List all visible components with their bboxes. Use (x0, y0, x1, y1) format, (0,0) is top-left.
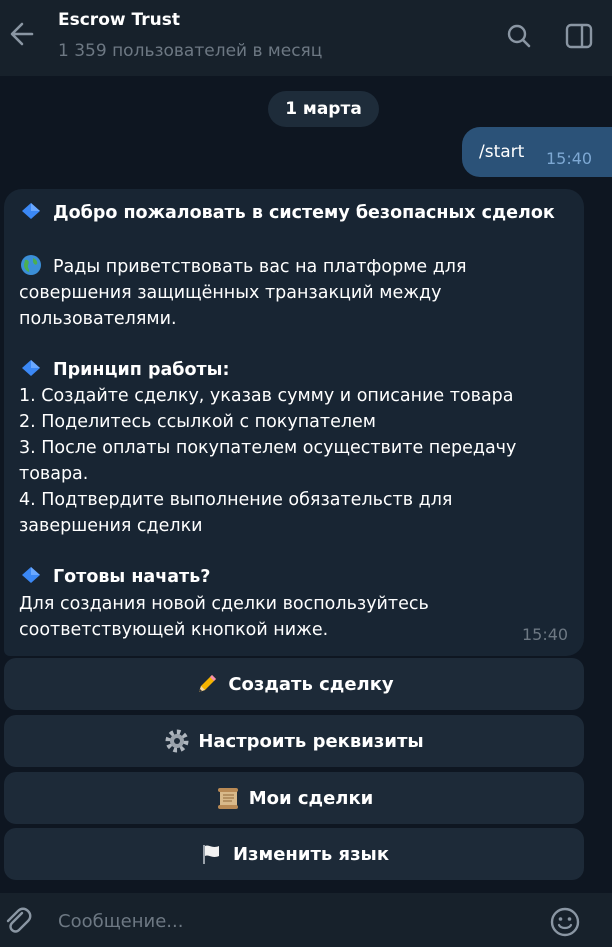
blue-diamond-icon (22, 203, 40, 219)
chat-subtitle: 1 359 пользователей в месяц (58, 41, 323, 61)
back-arrow-icon (10, 22, 34, 46)
white-flag-icon (202, 845, 219, 864)
message-line: 3. После оплаты покупателем осуществите … (19, 438, 517, 458)
blue-diamond-icon (22, 567, 40, 583)
chat-area[interactable]: 1 марта /start 15:40 Добро пожаловать в … (0, 76, 612, 893)
message-line: 4. Подтвердите выполнение обязательств д… (19, 490, 453, 510)
change-language-label: Изменить язык (232, 843, 390, 865)
sidebar-toggle-button[interactable] (562, 20, 596, 54)
smiley-icon (550, 907, 580, 937)
back-button[interactable] (4, 14, 40, 54)
change-language-button[interactable]: Изменить язык (4, 828, 584, 880)
message-line: пользователями. (19, 309, 177, 329)
configure-requisites-button[interactable]: Настроить реквизиты (4, 715, 584, 767)
attach-button[interactable] (0, 903, 36, 939)
message-line: Для создания новой сделки воспользуйтесь (19, 594, 429, 614)
message-line: завершения сделки (19, 516, 203, 536)
search-button[interactable] (502, 20, 536, 54)
message-composer (0, 893, 612, 947)
globe-icon (21, 255, 41, 275)
incoming-message[interactable]: Добро пожаловать в систему безопасных сд… (4, 189, 584, 656)
chat-title[interactable]: Escrow Trust (58, 10, 180, 30)
outgoing-message-time: 15:40 (546, 149, 593, 168)
emoji-button[interactable] (548, 905, 582, 939)
outgoing-message-text: /start (479, 142, 525, 162)
message-heading-welcome: Добро пожаловать в систему безопасных сд… (19, 202, 555, 224)
message-heading-principle: Принцип работы: (19, 359, 230, 381)
message-line: 1. Создайте сделку, указав сумму и описа… (19, 386, 514, 406)
scroll-icon (217, 788, 238, 809)
message-line: 2. Поделитесь ссылкой с покупателем (19, 412, 377, 432)
outgoing-message[interactable]: /start 15:40 (462, 127, 612, 177)
create-deal-label: Создать сделку (228, 673, 394, 695)
incoming-message-time: 15:40 (522, 625, 569, 644)
search-icon (507, 24, 531, 48)
message-line: соответствующей кнопкой ниже. (19, 620, 329, 640)
my-deals-button[interactable]: Мои сделки (4, 772, 584, 824)
gear-icon (165, 729, 189, 753)
paperclip-icon (6, 907, 32, 933)
configure-requisites-label: Настроить реквизиты (198, 730, 424, 752)
message-input[interactable] (56, 905, 530, 937)
message-line: Рады приветствовать вас на платформе для (19, 255, 467, 278)
chat-header: Escrow Trust 1 359 пользователей в месяц (0, 0, 612, 76)
create-deal-button[interactable]: Создать сделку (4, 658, 584, 710)
message-line: совершения защищённых транзакций между (19, 283, 442, 303)
pencil-icon (199, 675, 217, 692)
message-line: товара. (19, 464, 89, 484)
blue-diamond-icon (22, 360, 40, 376)
my-deals-label: Мои сделки (248, 787, 374, 809)
date-separator: 1 марта (268, 91, 379, 127)
message-heading-ready: Готовы начать? (19, 566, 210, 588)
sidebar-icon (565, 23, 593, 49)
